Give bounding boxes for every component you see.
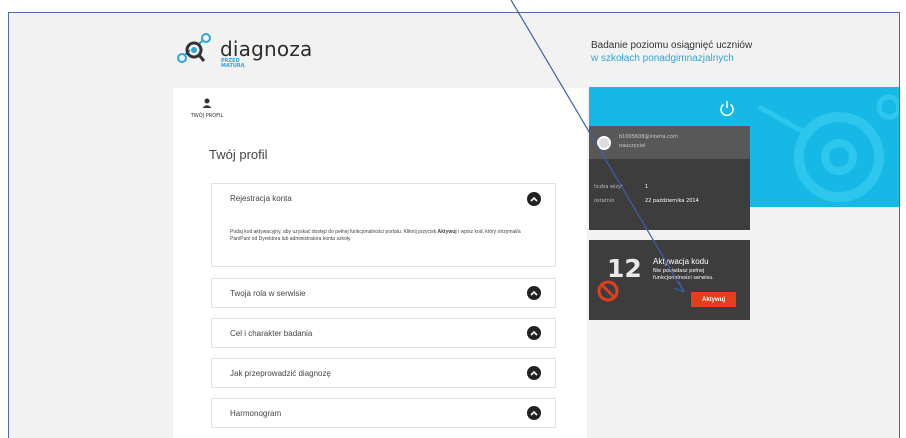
accordion-role[interactable]: Twoja rola w serwisie — [211, 278, 556, 308]
accordion-header[interactable]: Rejestracja konta — [230, 194, 292, 203]
expand-button[interactable] — [527, 326, 541, 340]
molecule-logo-icon — [177, 33, 211, 63]
accordion-body: Podaj kod aktywacyjny, aby uzyskać dostę… — [230, 229, 540, 243]
accordion-header[interactable]: Harmonogram — [230, 409, 281, 418]
accordion-goal[interactable]: Cel i charakter badania — [211, 318, 556, 348]
power-icon[interactable] — [719, 100, 735, 116]
chevron-up-icon — [530, 370, 538, 376]
logo-subtext: PRZED MATURĄ — [221, 59, 245, 69]
activation-description: Nie posiadasz pełnej funkcjonalności ser… — [653, 268, 714, 281]
header-title: Badanie poziomu osiągnięć uczniów — [591, 40, 753, 51]
accordion-registration: Rejestracja konta Podaj kod aktywacyjny,… — [211, 183, 556, 267]
visits-value: 1 — [645, 184, 649, 190]
tab-profile[interactable]: TWÓJ PROFIL — [176, 95, 238, 131]
browser-viewport: diagnoza PRZED MATURĄ Badanie poziomu os… — [8, 12, 900, 438]
chevron-up-icon — [530, 290, 538, 296]
user-panel: b1005608@interia.com nauczyciel liczba w… — [589, 126, 750, 230]
accordion-header[interactable]: Jak przeprowadzić diagnozę — [230, 369, 331, 378]
header-subtitle: w szkołach ponadgimnazjalnych — [591, 53, 734, 64]
accordion-header[interactable]: Cel i charakter badania — [230, 329, 312, 338]
user-email: b1005608@interia.com — [619, 134, 678, 140]
expand-button[interactable] — [527, 366, 541, 380]
accordion-body-bold: Aktywuj — [437, 229, 457, 235]
accordion-header[interactable]: Twoja rola w serwisie — [230, 289, 306, 298]
profile-title: Twój profil — [209, 147, 268, 162]
activation-number: 12 — [607, 254, 642, 283]
accordion-schedule[interactable]: Harmonogram — [211, 398, 556, 428]
no-entry-icon — [597, 280, 619, 302]
user-panel-header: b1005608@interia.com nauczyciel — [589, 126, 750, 159]
user-role: nauczyciel — [619, 143, 646, 149]
avatar — [597, 136, 611, 150]
user-icon — [202, 98, 212, 108]
expand-button[interactable] — [527, 286, 541, 300]
tab-profile-label: TWÓJ PROFIL — [190, 113, 224, 119]
last-visit-value: 22 października 2014 — [645, 198, 699, 204]
chevron-up-icon — [530, 196, 538, 202]
chevron-up-icon — [530, 410, 538, 416]
activation-title: Aktywacja kodu — [653, 257, 709, 266]
logo-subtext-line2: MATURĄ — [221, 63, 245, 69]
activation-panel: 12 Aktywacja kodu Nie posiadasz pełnej f… — [589, 240, 750, 320]
logo[interactable]: diagnoza PRZED MATURĄ — [176, 29, 312, 69]
expand-button[interactable] — [527, 406, 541, 420]
chevron-up-icon — [530, 330, 538, 336]
last-visit-label: ostatnio — [594, 198, 615, 204]
accordion-howto[interactable]: Jak przeprowadzić diagnozę — [211, 358, 556, 388]
accordion-body-text: Podaj kod aktywacyjny, aby uzyskać dostę… — [230, 229, 438, 235]
visits-label: liczba wizyt — [594, 184, 624, 190]
collapse-button[interactable] — [527, 192, 541, 206]
activate-button[interactable]: Aktywuj — [691, 292, 736, 307]
